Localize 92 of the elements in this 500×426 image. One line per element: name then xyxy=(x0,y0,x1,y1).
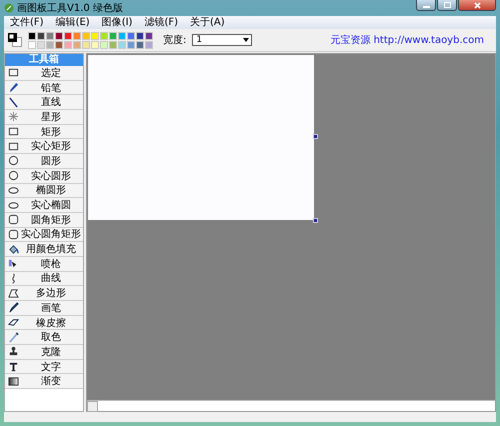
width-label: 宽度: xyxy=(163,34,186,47)
color-swatch[interactable] xyxy=(37,40,45,48)
color-swatch[interactable] xyxy=(64,32,72,40)
color-swatch[interactable] xyxy=(136,32,144,40)
tool-button[interactable]: 星形 xyxy=(5,110,83,125)
tool-button[interactable]: 圆形 xyxy=(5,154,83,169)
color-swatch[interactable] xyxy=(127,32,135,40)
color-swatch[interactable] xyxy=(46,40,54,48)
color-swatch[interactable] xyxy=(100,40,108,48)
resize-handle[interactable] xyxy=(313,218,318,223)
circle-icon xyxy=(8,155,19,166)
eraser-icon xyxy=(8,317,19,328)
tool-button[interactable]: 克隆 xyxy=(5,345,83,360)
maximize-button[interactable] xyxy=(437,0,457,11)
circle-icon xyxy=(8,170,19,182)
color-swatch[interactable] xyxy=(91,40,99,48)
color-swatch[interactable] xyxy=(118,32,126,40)
tool-button[interactable]: 实心椭圆 xyxy=(5,198,83,213)
color-swatch[interactable] xyxy=(91,32,99,40)
spray-can-icon xyxy=(8,258,19,270)
menu-item[interactable]: 编辑(E) xyxy=(56,16,90,28)
color-swatch[interactable] xyxy=(136,40,144,48)
menu-item[interactable]: 关于(A) xyxy=(190,16,225,28)
horizontal-scrollbar[interactable] xyxy=(87,400,495,411)
toolbox-header: 工具箱 xyxy=(5,54,83,66)
color-swatch[interactable] xyxy=(28,32,36,40)
color-swatch[interactable] xyxy=(73,32,81,40)
minimize-button[interactable] xyxy=(416,0,436,11)
tool-button[interactable]: 实心圆角矩形 xyxy=(5,228,83,242)
color-swatch[interactable] xyxy=(82,40,90,48)
tool-button[interactable]: 渐变 xyxy=(5,374,83,390)
rounded-rectangle-icon xyxy=(8,214,19,226)
color-swatch[interactable] xyxy=(145,40,153,48)
ellipse-icon xyxy=(8,200,19,211)
tool-button[interactable]: 喷枪 xyxy=(5,256,83,272)
eyedropper-icon xyxy=(8,332,19,343)
app-icon xyxy=(4,3,14,13)
tool-button[interactable]: 铅笔 xyxy=(5,80,83,96)
color-swatch[interactable] xyxy=(109,32,117,40)
gradient-icon xyxy=(8,376,19,387)
color-swatch[interactable] xyxy=(82,32,90,40)
close-button[interactable] xyxy=(458,0,496,11)
color-swatch[interactable] xyxy=(109,40,117,48)
caret-icon xyxy=(242,37,250,43)
pencil-icon xyxy=(8,82,19,94)
rectangle-icon xyxy=(8,140,19,152)
menu-item[interactable]: 文件(F) xyxy=(10,16,44,28)
brush-icon xyxy=(8,302,19,314)
tool-button[interactable]: 画笔 xyxy=(5,301,83,316)
window-title: 画图板工具V1.0 绿色版 xyxy=(17,2,124,15)
line-icon xyxy=(8,96,19,108)
width-dropdown[interactable]: 1 xyxy=(192,34,252,46)
stamp-icon xyxy=(8,346,19,358)
tool-button[interactable]: 椭圆形 xyxy=(5,184,83,198)
polygon-icon xyxy=(8,288,19,299)
star-icon xyxy=(8,111,19,122)
color-swatch[interactable] xyxy=(28,40,36,48)
color-swatch[interactable] xyxy=(73,40,81,48)
tool-button[interactable]: 直线 xyxy=(5,95,83,110)
tool-button[interactable]: 多边形 xyxy=(5,286,83,301)
ellipse-icon xyxy=(8,184,19,196)
tool-button[interactable]: 用颜色填充 xyxy=(5,242,83,257)
color-swatch[interactable] xyxy=(55,40,63,48)
close-icon xyxy=(474,2,480,8)
tool-button[interactable]: 文字 xyxy=(5,360,83,374)
color-swatch[interactable] xyxy=(37,32,45,40)
menu-item[interactable]: 图像(I) xyxy=(102,16,132,28)
text-tool-icon xyxy=(8,361,19,372)
website-link[interactable]: 元宝资源 http://www.taoyb.com xyxy=(330,33,484,47)
tool-button[interactable]: 选定 xyxy=(5,66,83,81)
current-colors-icon xyxy=(8,33,22,47)
color-swatch[interactable] xyxy=(64,40,72,48)
rectangle-icon xyxy=(8,126,19,138)
tool-button[interactable]: 曲线 xyxy=(5,272,83,286)
tool-button[interactable]: 实心圆形 xyxy=(5,168,83,184)
tool-button[interactable]: 橡皮擦 xyxy=(5,316,83,330)
tool-button[interactable]: 圆角矩形 xyxy=(5,212,83,228)
maximize-icon xyxy=(444,2,450,8)
color-swatch[interactable] xyxy=(118,40,126,48)
color-swatch[interactable] xyxy=(127,40,135,48)
color-swatch[interactable] xyxy=(46,32,54,40)
tool-button[interactable]: 取色 xyxy=(5,330,83,346)
color-swatch[interactable] xyxy=(55,32,63,40)
resize-handle[interactable] xyxy=(313,134,318,139)
rectangle-icon xyxy=(8,67,19,78)
rounded-rectangle-icon xyxy=(8,228,19,240)
paint-bucket-icon xyxy=(8,244,19,255)
tool-button[interactable]: 实心矩形 xyxy=(5,139,83,154)
tool-button[interactable]: 矩形 xyxy=(5,124,83,140)
color-swatch[interactable] xyxy=(100,32,108,40)
menu-item[interactable]: 滤镜(F) xyxy=(144,16,178,28)
color-swatch[interactable] xyxy=(145,32,153,40)
